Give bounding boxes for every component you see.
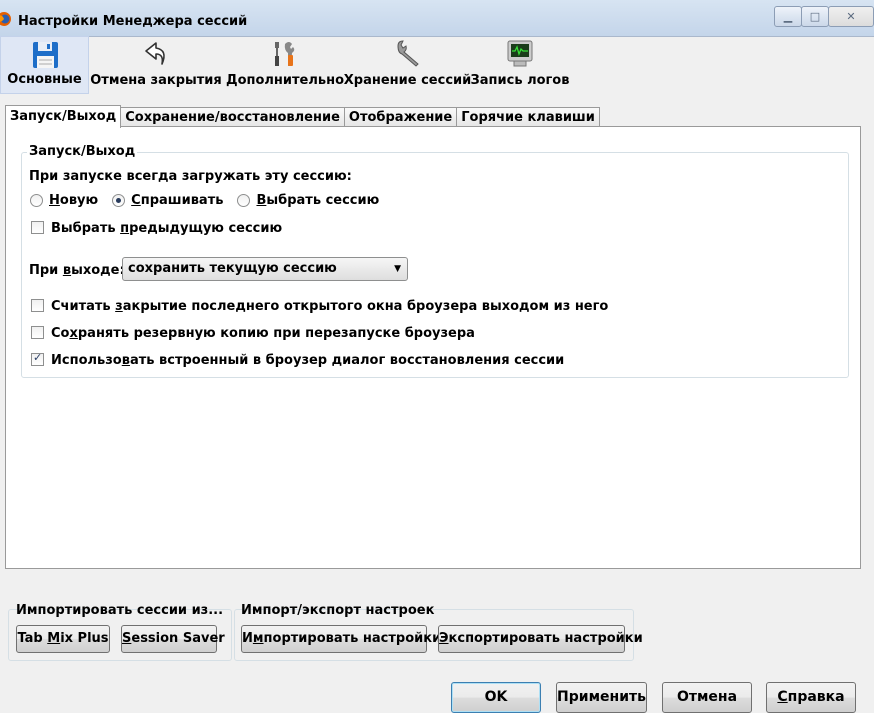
chevron-down-icon: ▼ <box>394 264 401 274</box>
toolbar-item-session-storage[interactable]: Хранение сессий <box>344 36 471 94</box>
radio-label: ыбрать сессию <box>266 193 380 208</box>
checkbox-label: Выбрать <box>51 221 121 236</box>
checkbox-label: ать встроенный в броузер диалог восстано… <box>129 353 565 368</box>
toolbar-item-advanced[interactable]: Дополнительно <box>223 36 347 94</box>
wrench-icon <box>396 40 419 67</box>
checkbox-builtin-restore-dialog[interactable]: Использовать встроенный в броузер диалог… <box>31 351 565 368</box>
button-label: кспортировать настройки <box>448 631 643 646</box>
tab-panel: Запуск/Выход При запуске всегда загружат… <box>5 126 861 569</box>
radio-indicator <box>30 194 43 207</box>
close-button[interactable]: ✕ <box>828 6 874 27</box>
firefox-icon <box>0 12 11 26</box>
tab-mix-plus-button[interactable]: Tab Mix Plus <box>16 625 110 653</box>
import-export-title: Импорт/экспорт настроек <box>241 603 435 618</box>
button-label: правка <box>787 689 845 705</box>
mnemonic: з <box>115 299 123 314</box>
cancel-button[interactable]: Отмена <box>662 682 752 713</box>
toolbar-item-undo-close[interactable]: Отмена закрытия <box>89 36 223 94</box>
tab-save-restore[interactable]: Сохранение/восстановление <box>120 107 345 128</box>
tab-startup-exit[interactable]: Запуск/Выход <box>5 105 122 128</box>
startup-radio-group: Новую Спрашивать Выбрать сессию <box>30 193 393 208</box>
checkbox-previous-session[interactable]: Выбрать предыдущую сессию <box>31 221 282 236</box>
help-button[interactable]: Справка <box>766 682 856 713</box>
label-text: ыходе: <box>71 263 125 278</box>
on-start-label: При запуске всегда загружать эту сессию: <box>29 169 352 184</box>
checkbox-label: акрытие последнего открытого окна броузе… <box>122 299 609 314</box>
checkbox-label: ранять резервную копию при перезапуске б… <box>77 326 475 341</box>
button-label: ession Saver <box>131 631 225 646</box>
button-label: ix Plus <box>60 631 109 646</box>
tab-hotkeys[interactable]: Горячие клавиши <box>456 107 600 128</box>
mnemonic: Н <box>49 193 60 208</box>
radio-new[interactable]: Новую <box>30 193 98 208</box>
toolbar-item-label: Хранение сессий <box>343 73 472 88</box>
button-label: Tab <box>17 631 48 646</box>
dropdown-value: сохранить текущую сессию <box>128 261 337 276</box>
maximize-button[interactable]: □ <box>801 6 829 27</box>
mnemonic: С <box>131 193 141 208</box>
import-sessions-title: Импортировать сессии из... <box>16 603 224 618</box>
mnemonic: В <box>256 193 267 208</box>
checkbox-indicator <box>31 351 44 366</box>
radio-choose-session[interactable]: Выбрать сессию <box>237 193 379 208</box>
mnemonic: в <box>62 263 72 278</box>
toolbar-item-label: Отмена закрытия <box>90 73 222 88</box>
tab-display[interactable]: Отображение <box>343 107 458 128</box>
ok-button[interactable]: OK <box>451 682 541 713</box>
mnemonic: С <box>777 689 788 705</box>
window-title: Настройки Менеджера сессий <box>18 14 248 29</box>
undo-arrow-icon <box>145 42 165 65</box>
mnemonic: M <box>47 631 61 646</box>
mnemonic: S <box>122 631 132 646</box>
checkbox-label: Со <box>51 326 70 341</box>
checkbox-indicator <box>31 299 44 312</box>
tools-icon <box>275 42 295 66</box>
label-text: При <box>29 263 63 278</box>
button-label: И <box>242 631 253 646</box>
mnemonic: в <box>121 353 130 368</box>
radio-indicator <box>237 194 251 207</box>
floppy-disk-icon <box>32 42 58 68</box>
button-label: портировать настройки <box>263 631 442 646</box>
toolbar-item-label: Основные <box>7 72 82 87</box>
radio-label: овую <box>59 193 99 208</box>
checkbox-close-last-window[interactable]: Считать закрытие последнего открытого ок… <box>31 299 608 314</box>
checkbox-indicator <box>31 326 44 339</box>
toolbar-item-label: Дополнительно <box>225 73 345 88</box>
mnemonic: п <box>120 221 130 236</box>
checkbox-backup-on-restart[interactable]: Сохранять резервную копию при перезапуск… <box>31 326 475 341</box>
category-toolbar: Основные Отмена закрытия Дополнительно Х… <box>0 36 874 94</box>
radio-ask[interactable]: Спрашивать <box>112 193 223 208</box>
toolbar-item-logging[interactable]: Запись логов <box>468 36 572 94</box>
apply-button[interactable]: Применить <box>556 682 647 713</box>
checkbox-label: Считать <box>51 299 116 314</box>
toolbar-item-label: Запись логов <box>470 73 570 88</box>
minimize-button[interactable]: ▁ <box>774 6 802 27</box>
on-exit-label: При выходе: <box>29 263 125 278</box>
import-settings-button[interactable]: Импортировать настройки <box>241 625 441 653</box>
checkbox-indicator <box>31 221 44 234</box>
on-exit-dropdown[interactable]: сохранить текущую сессию ▼ <box>122 257 408 281</box>
checkbox-label: редыдущую сессию <box>129 221 283 236</box>
radio-indicator <box>112 194 126 207</box>
toolbar-item-main[interactable]: Основные <box>0 36 89 94</box>
export-settings-button[interactable]: Экспортировать настройки <box>438 625 643 653</box>
window-controls: ▁ □ ✕ <box>774 6 874 27</box>
tab-strip: Запуск/Выход Сохранение/восстановление О… <box>5 105 600 128</box>
title-bar: Настройки Менеджера сессий ▁ □ ✕ <box>0 0 874 37</box>
mnemonic: м <box>252 631 264 646</box>
radio-label: прашивать <box>140 193 224 208</box>
checkbox-label: Использо <box>51 353 122 368</box>
mnemonic: х <box>69 326 78 341</box>
session-saver-button[interactable]: Session Saver <box>121 625 225 653</box>
mnemonic: Э <box>439 631 449 646</box>
monitor-log-icon <box>507 40 533 67</box>
group-title: Запуск/Выход <box>27 144 138 159</box>
